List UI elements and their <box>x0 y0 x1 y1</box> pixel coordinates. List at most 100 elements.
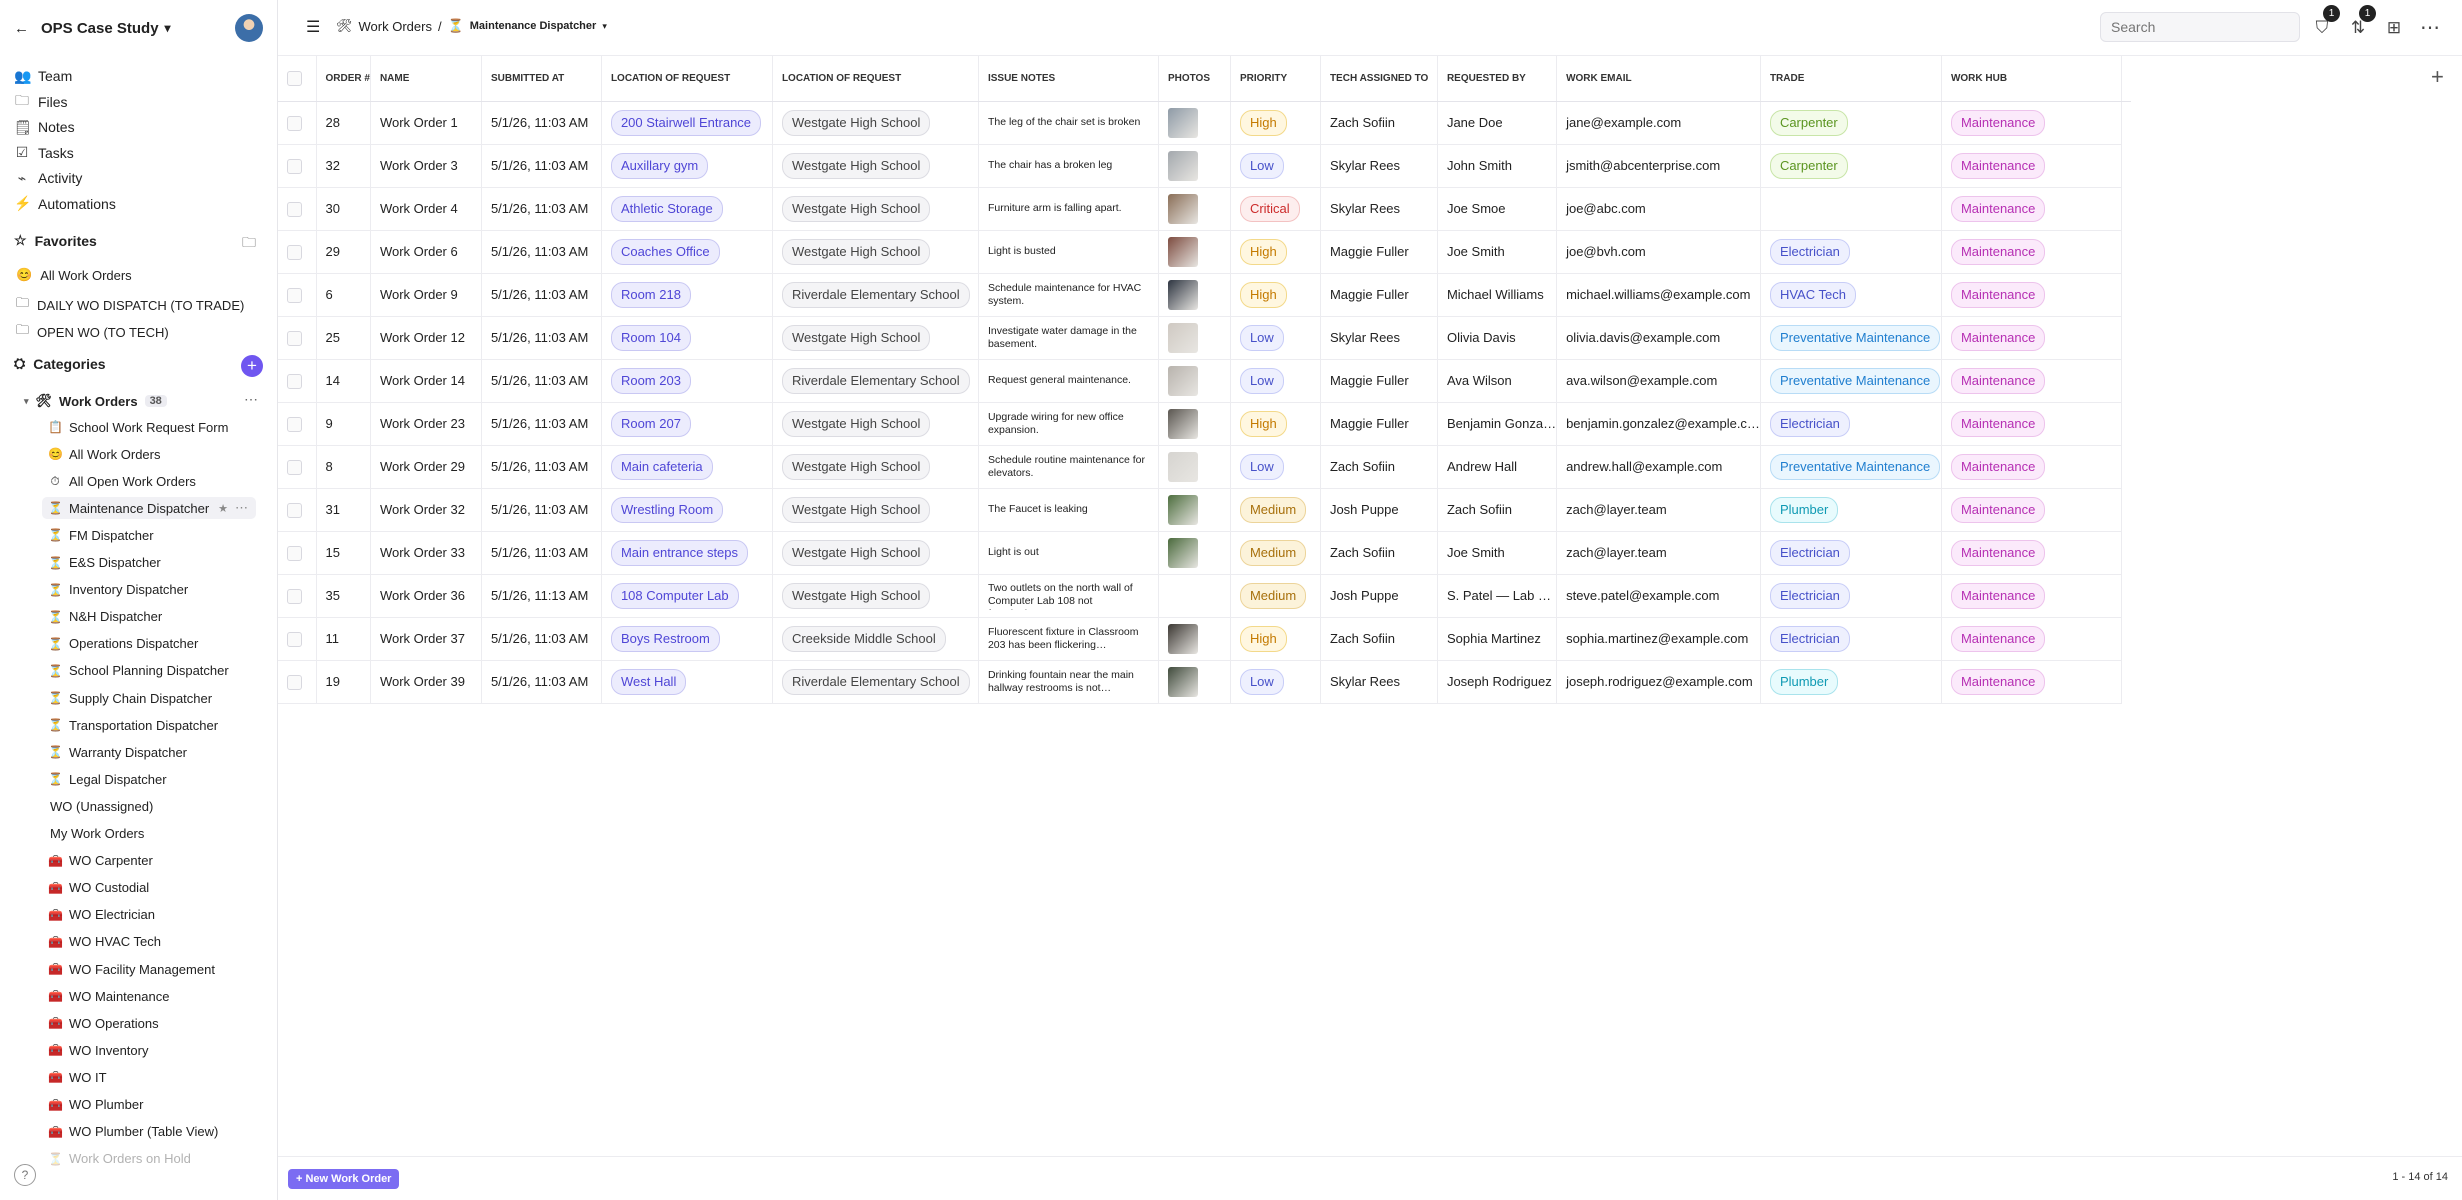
category-item[interactable]: ⏳ Transportation Dispatcher <box>48 714 218 736</box>
workspace-switcher[interactable]: ← OPS Case Study ▾ <box>14 14 171 42</box>
work-hub-cell[interactable]: Maintenance <box>1941 574 2122 618</box>
star-icon[interactable]: ★ <box>218 502 228 515</box>
school-tag[interactable]: Westgate High School <box>781 195 931 222</box>
room-tag[interactable]: Room 207 <box>610 410 691 437</box>
row-checkbox[interactable] <box>287 287 302 303</box>
requested-by-cell[interactable]: Benjamin Gonza… <box>1437 402 1558 446</box>
priority-cell[interactable]: High <box>1230 617 1321 661</box>
category-item[interactable]: 🧰 WO Facility Management <box>48 958 215 980</box>
column-header[interactable]: TRADE <box>1760 56 1942 102</box>
school-cell[interactable]: Westgate High School <box>772 187 979 231</box>
trade-cell[interactable] <box>1760 187 1942 231</box>
room-tag[interactable]: Main cafeteria <box>610 453 713 480</box>
favorite-item[interactable]: 🗀 OPEN WO (TO TECH) <box>16 321 169 343</box>
work-hub-cell[interactable]: Maintenance <box>1941 187 2122 231</box>
view-layout-button[interactable]: ⊞ <box>2380 14 2408 42</box>
work-email-cell[interactable]: jsmith@abcenterprise.com <box>1556 144 1761 188</box>
category-item[interactable]: 🧰 WO Maintenance <box>48 985 169 1007</box>
breadcrumb-view[interactable]: Maintenance Dispatcher <box>470 20 597 32</box>
column-header[interactable]: NAME <box>370 56 482 102</box>
help-icon[interactable]: ? <box>14 1164 36 1186</box>
add-category-button[interactable]: + <box>241 355 263 377</box>
room-cell[interactable]: 108 Computer Lab <box>601 574 773 618</box>
category-item[interactable]: ⏳ Maintenance Dispatcher ★ ⋯ <box>42 497 256 520</box>
issue-notes-cell[interactable]: Drinking fountain near the main hallway … <box>978 660 1159 704</box>
priority-cell[interactable]: Medium <box>1230 531 1321 575</box>
room-tag[interactable]: Boys Restroom <box>610 625 720 652</box>
photos-cell[interactable] <box>1158 488 1231 532</box>
more-icon[interactable]: ⋯ <box>235 500 248 516</box>
work-email-cell[interactable]: joe@bvh.com <box>1556 230 1761 274</box>
name-cell[interactable]: Work Order 23 <box>370 402 482 446</box>
tech-assigned-cell[interactable]: Maggie Fuller <box>1320 402 1438 446</box>
categories-header[interactable]: ⛭ Categories <box>14 355 106 372</box>
work-email-cell[interactable]: jane@example.com <box>1556 101 1761 145</box>
name-cell[interactable]: Work Order 12 <box>370 316 482 360</box>
category-item[interactable]: ⏱ All Open Work Orders <box>48 470 196 492</box>
row-checkbox[interactable] <box>287 373 302 389</box>
back-arrow-icon[interactable]: ← <box>14 20 29 37</box>
row-checkbox[interactable] <box>287 244 302 260</box>
issue-notes-cell[interactable]: The Faucet is leaking <box>978 488 1159 532</box>
table-row[interactable]: 8 Work Order 29 5/1/26, 11:03 AM Main cafet… <box>278 445 2131 489</box>
row-checkbox[interactable] <box>287 459 302 475</box>
school-cell[interactable]: Westgate High School <box>772 144 979 188</box>
category-item[interactable]: ⏳ E&S Dispatcher <box>48 552 161 574</box>
requested-by-cell[interactable]: Joe Smoe <box>1437 187 1558 231</box>
work-hub-cell[interactable]: Maintenance <box>1941 488 2122 532</box>
work-email-cell[interactable]: benjamin.gonzalez@example.c… <box>1556 402 1761 446</box>
row-select-cell[interactable] <box>278 230 317 274</box>
table-row[interactable]: 14 Work Order 14 5/1/26, 11:03 AM Room 203 R… <box>278 359 2131 403</box>
work-hub-cell[interactable]: Maintenance <box>1941 402 2122 446</box>
name-cell[interactable]: Work Order 32 <box>370 488 482 532</box>
school-cell[interactable]: Westgate High School <box>772 402 979 446</box>
work-hub-cell[interactable]: Maintenance <box>1941 617 2122 661</box>
name-cell[interactable]: Work Order 36 <box>370 574 482 618</box>
trade-cell[interactable]: HVAC Tech <box>1760 273 1942 317</box>
room-tag[interactable]: Coaches Office <box>610 238 720 265</box>
name-cell[interactable]: Work Order 1 <box>370 101 482 145</box>
requested-by-cell[interactable]: Michael Williams <box>1437 273 1558 317</box>
add-folder-icon[interactable]: 🗀 <box>242 232 256 256</box>
photos-cell[interactable] <box>1158 574 1231 618</box>
school-cell[interactable]: Westgate High School <box>772 101 979 145</box>
row-select-cell[interactable] <box>278 187 317 231</box>
tech-assigned-cell[interactable]: Skylar Rees <box>1320 316 1438 360</box>
priority-cell[interactable]: Low <box>1230 445 1321 489</box>
category-item[interactable]: 🧰 WO Plumber <box>48 1094 143 1116</box>
sidebar-toggle-icon[interactable]: ☰ <box>306 17 320 37</box>
trade-cell[interactable]: Electrician <box>1760 617 1942 661</box>
category-item[interactable]: ⏳ Operations Dispatcher <box>48 633 198 655</box>
room-tag[interactable]: 200 Stairwell Entrance <box>610 109 762 136</box>
school-tag[interactable]: Westgate High School <box>781 324 931 351</box>
category-item[interactable]: ⏳ School Planning Dispatcher <box>48 660 229 682</box>
work-email-cell[interactable]: steve.patel@example.com <box>1556 574 1761 618</box>
table-row[interactable]: 11 Work Order 37 5/1/26, 11:03 AM Boys Rest… <box>278 617 2131 661</box>
category-item[interactable]: WO (Unassigned) <box>50 795 153 817</box>
school-cell[interactable]: Westgate High School <box>772 230 979 274</box>
school-tag[interactable]: Westgate High School <box>781 582 931 609</box>
room-cell[interactable]: Room 207 <box>601 402 773 446</box>
tech-assigned-cell[interactable]: Josh Puppe <box>1320 488 1438 532</box>
trade-cell[interactable]: Electrician <box>1760 402 1942 446</box>
category-item[interactable]: 🧰 WO Electrician <box>48 904 155 926</box>
chevron-down-icon[interactable]: ▾ <box>602 21 607 32</box>
trade-cell[interactable]: Preventative Maintenance <box>1760 316 1942 360</box>
school-cell[interactable]: Westgate High School <box>772 574 979 618</box>
photos-cell[interactable] <box>1158 144 1231 188</box>
school-tag[interactable]: Westgate High School <box>781 109 931 136</box>
school-cell[interactable]: Riverdale Elementary School <box>772 359 979 403</box>
room-cell[interactable]: Athletic Storage <box>601 187 773 231</box>
room-cell[interactable]: Main cafeteria <box>601 445 773 489</box>
table-row[interactable]: 9 Work Order 23 5/1/26, 11:03 AM Room 207 We… <box>278 402 2131 446</box>
name-cell[interactable]: Work Order 39 <box>370 660 482 704</box>
new-work-order-button[interactable]: + New Work Order <box>288 1169 400 1189</box>
row-checkbox[interactable] <box>287 416 302 432</box>
row-select-cell[interactable] <box>278 402 317 446</box>
category-work-orders[interactable]: ▾ 🛠 Work Orders 38 <box>24 390 167 412</box>
priority-cell[interactable]: Medium <box>1230 488 1321 532</box>
row-checkbox[interactable] <box>287 115 302 131</box>
more-options-button[interactable]: ⋯ <box>2416 14 2444 42</box>
photo-thumbnail[interactable] <box>1167 365 1198 396</box>
school-tag[interactable]: Creekside Middle School <box>781 625 946 652</box>
